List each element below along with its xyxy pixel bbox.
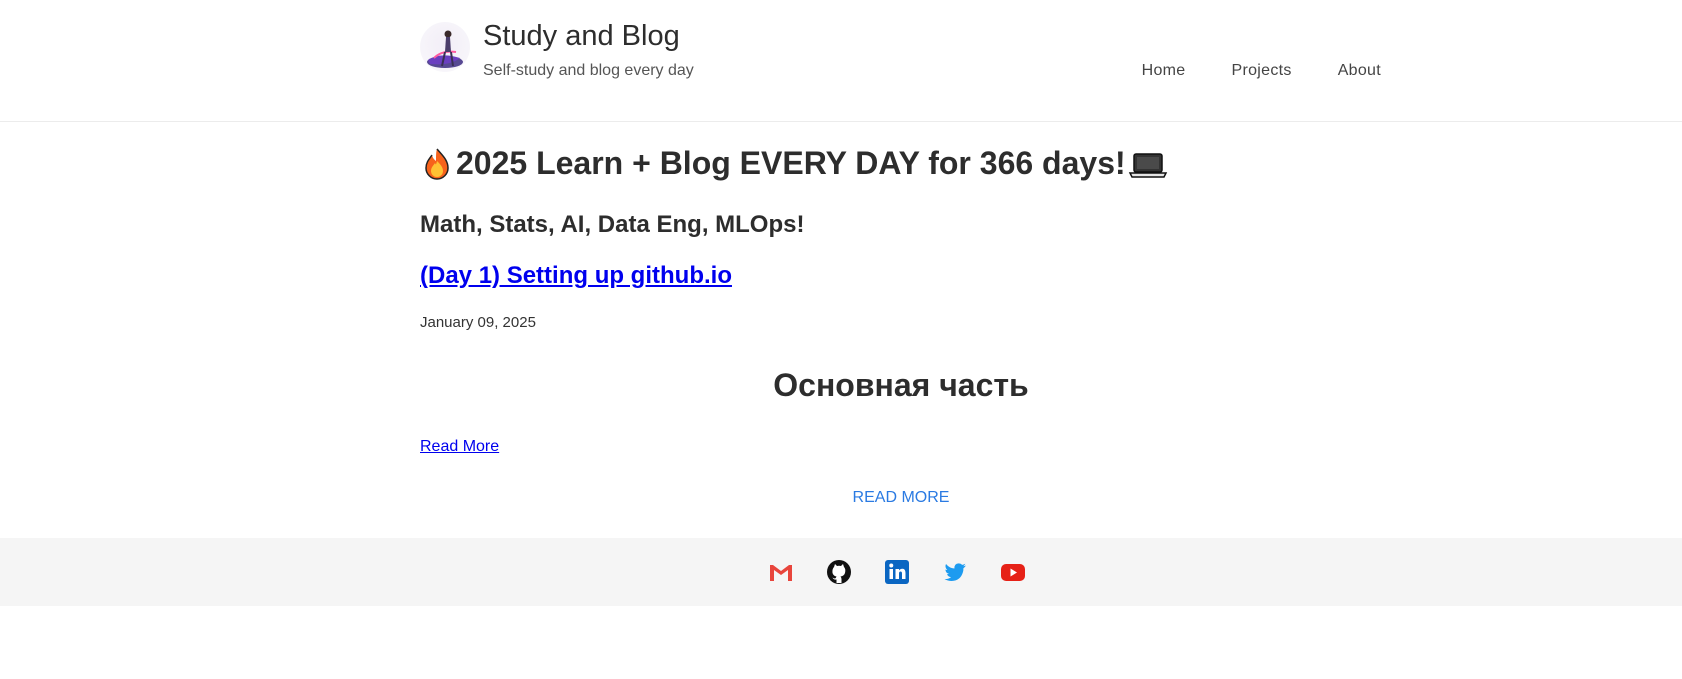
linkedin-icon[interactable] [883,558,911,586]
main-nav: Home Projects About [1142,62,1381,80]
page-heading-text: 2025 Learn + Blog EVERY DAY for 366 days… [456,145,1126,181]
page-subtitle: Math, Stats, AI, Data Eng, MLOps! [420,211,805,238]
post-date: January 09, 2025 [420,314,536,331]
site-logo[interactable] [420,22,470,72]
post-title-link[interactable]: (Day 1) Setting up github.io [420,262,732,290]
site-header: Study and Blog Self-study and blog every… [0,0,1682,122]
nav-home[interactable]: Home [1142,62,1186,80]
social-links [767,558,1027,586]
site-subtitle: Self-study and blog every day [483,62,694,79]
github-icon[interactable] [825,558,853,586]
read-more-button[interactable]: READ MORE [420,489,1382,507]
post-read-more-link[interactable]: Read More [420,438,499,456]
nav-projects[interactable]: Projects [1231,62,1291,80]
page-heading: 2025 Learn + Blog EVERY DAY for 366 days… [420,145,1168,182]
youtube-icon[interactable] [999,558,1027,586]
fire-icon [420,147,454,181]
laptop-icon [1128,147,1168,181]
site-title[interactable]: Study and Blog [483,20,680,53]
gmail-icon[interactable] [767,558,795,586]
post-section-heading: Основная часть [773,367,1029,403]
nav-about[interactable]: About [1338,62,1381,80]
twitter-icon[interactable] [941,558,969,586]
site-footer [0,538,1682,606]
